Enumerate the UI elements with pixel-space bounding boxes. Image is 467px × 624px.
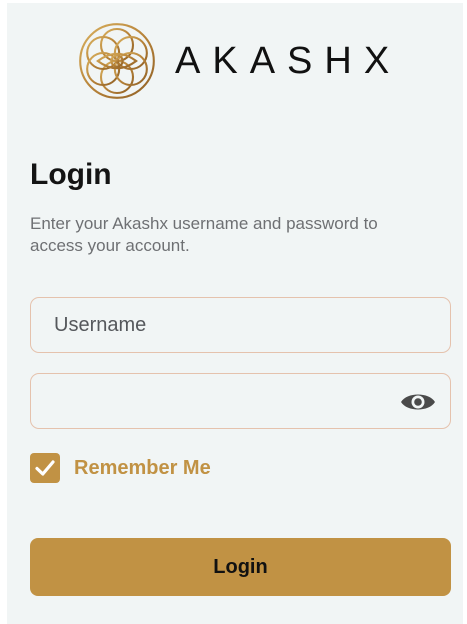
password-field[interactable] [30, 373, 451, 429]
brand-header: AKASHX [77, 18, 401, 104]
eye-icon[interactable] [400, 389, 436, 415]
page-title: Login [30, 158, 112, 191]
remember-me-label: Remember Me [74, 456, 211, 479]
remember-me-toggle[interactable]: Remember Me [30, 453, 211, 483]
flower-of-life-eye-icon [79, 23, 155, 99]
page-subtitle: Enter your Akashx username and password … [30, 214, 378, 255]
brand-name: AKASHX [175, 39, 402, 82]
username-field[interactable] [30, 297, 451, 353]
username-input[interactable] [31, 298, 450, 352]
remember-me-checkbox[interactable] [30, 453, 60, 483]
password-input[interactable] [31, 374, 450, 428]
login-screen: AKASHX Login Enter your Akashx username … [7, 3, 463, 624]
login-button[interactable]: Login [30, 538, 451, 596]
checkmark-icon [35, 460, 55, 476]
